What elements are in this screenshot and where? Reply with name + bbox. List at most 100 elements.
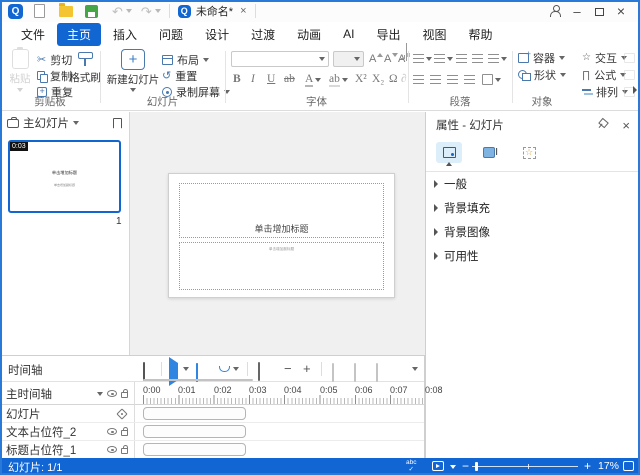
text-align-box-button[interactable] bbox=[482, 74, 501, 85]
font-size-select[interactable] bbox=[333, 51, 364, 67]
timeline-scrollbar-thumb[interactable] bbox=[143, 379, 253, 381]
tab-slide-properties[interactable] bbox=[436, 142, 462, 163]
interaction-button[interactable]: ☆ 交互 bbox=[582, 50, 627, 66]
menu-item-question[interactable]: 问题 bbox=[149, 23, 193, 46]
highlight-dropdown-icon[interactable] bbox=[342, 78, 348, 82]
formula-object-button[interactable]: ∏ 公式 bbox=[582, 67, 626, 83]
justify-button[interactable] bbox=[464, 75, 475, 84]
track-text-bar[interactable] bbox=[143, 425, 246, 438]
eye-icon-text[interactable] bbox=[107, 428, 117, 435]
zoom-slider-thumb[interactable] bbox=[475, 462, 478, 471]
cut-button[interactable]: ✂ 剪切 bbox=[37, 52, 72, 68]
zoom-slider-track[interactable] bbox=[472, 466, 578, 467]
container-dropdown-icon[interactable] bbox=[559, 56, 565, 60]
menu-item-help[interactable]: 帮助 bbox=[458, 23, 502, 46]
copy-button[interactable]: 复制 bbox=[37, 68, 72, 84]
font-family-select[interactable] bbox=[231, 51, 329, 67]
italic-button[interactable]: I bbox=[251, 73, 255, 85]
font-color-button[interactable]: A bbox=[305, 73, 321, 87]
timeline-zoom-out-button[interactable]: − bbox=[284, 362, 292, 375]
arrange-button[interactable]: 排列 bbox=[582, 84, 628, 100]
menu-item-ai[interactable]: AI bbox=[333, 24, 364, 44]
slide-thumbnail[interactable]: 0:03 单击增加标题 单击增加副标题 bbox=[8, 140, 121, 213]
track-slide-cell[interactable]: 幻灯片 bbox=[0, 405, 135, 422]
eye-icon-title[interactable] bbox=[107, 446, 117, 453]
indent-button[interactable] bbox=[472, 54, 483, 63]
undo-button[interactable]: ↶ bbox=[112, 5, 132, 18]
menu-item-design[interactable]: 设计 bbox=[195, 23, 239, 46]
layout-dropdown-icon[interactable] bbox=[203, 58, 209, 62]
lock-icon-main[interactable] bbox=[121, 392, 128, 398]
play-dropdown-icon[interactable] bbox=[183, 367, 189, 371]
open-file-button[interactable] bbox=[59, 6, 73, 17]
status-zoom-in-button[interactable]: + bbox=[584, 459, 591, 473]
document-tab[interactable]: Q 未命名* × bbox=[178, 3, 247, 19]
pin-button[interactable] bbox=[597, 118, 608, 132]
timeline-ruler[interactable]: 0:00 0:01 0:02 0:03 0:04 0:05 0:06 0:07 … bbox=[135, 382, 424, 404]
paragraph-dialog-launcher[interactable] bbox=[406, 43, 407, 61]
track-slide-bar[interactable] bbox=[143, 407, 246, 420]
preview-dropdown-icon[interactable] bbox=[450, 465, 456, 469]
outdent-button[interactable] bbox=[456, 54, 467, 63]
master-slide-dropdown-icon[interactable] bbox=[73, 121, 79, 125]
app-logo-icon[interactable]: Q bbox=[8, 4, 23, 19]
fill-button[interactable]: 填 bbox=[624, 67, 640, 83]
subscript-button[interactable]: X₂ bbox=[372, 73, 384, 85]
status-zoom-out-button[interactable]: − bbox=[462, 459, 469, 473]
canvas[interactable]: 单击增加标题 单击增加副标题 bbox=[130, 112, 425, 355]
menu-item-transition[interactable]: 过渡 bbox=[241, 23, 285, 46]
main-track-dropdown-icon[interactable] bbox=[97, 392, 103, 396]
eye-icon-main[interactable] bbox=[107, 390, 117, 397]
quick-style-button[interactable]: 快 bbox=[624, 50, 640, 66]
insert-time-button[interactable] bbox=[332, 364, 334, 382]
master-slide-selector[interactable]: 主幻灯片 bbox=[23, 115, 69, 131]
ribbon-overflow-button[interactable] bbox=[633, 86, 637, 94]
menu-item-view[interactable]: 视图 bbox=[412, 23, 456, 46]
new-file-button[interactable] bbox=[34, 4, 45, 18]
tab-interaction-properties[interactable]: ☆ bbox=[516, 142, 542, 163]
menu-item-home[interactable]: 主页 bbox=[57, 23, 101, 46]
strikethrough-button[interactable]: ab bbox=[284, 73, 295, 85]
spellcheck-button[interactable]: abc ✓ bbox=[406, 460, 416, 473]
subtitle-placeholder[interactable]: 单击增加副标题 bbox=[179, 242, 384, 290]
track-title-bar[interactable] bbox=[143, 443, 246, 456]
menu-item-insert[interactable]: 插入 bbox=[103, 23, 147, 46]
bold-button[interactable]: B bbox=[233, 73, 241, 85]
account-button[interactable] bbox=[544, 4, 566, 19]
track-text-cell[interactable]: 文本占位符_2 bbox=[0, 423, 135, 440]
new-slide-dropdown-icon[interactable] bbox=[130, 88, 136, 92]
line-spacing-button[interactable] bbox=[488, 54, 507, 63]
paste-dropdown-icon[interactable] bbox=[17, 88, 23, 92]
delete-time-button[interactable] bbox=[354, 364, 356, 382]
maximize-button[interactable] bbox=[588, 4, 610, 19]
properties-close-button[interactable]: × bbox=[622, 118, 630, 133]
container-button[interactable]: 容器 bbox=[518, 50, 565, 66]
fit-window-button[interactable] bbox=[623, 461, 634, 471]
tab-shape-properties[interactable] bbox=[476, 142, 502, 163]
timeline-zoom-in-button[interactable]: + bbox=[303, 362, 311, 375]
redo-button[interactable]: ↷ bbox=[141, 5, 161, 18]
cut-time-button[interactable] bbox=[376, 364, 378, 382]
lock-icon-text[interactable] bbox=[121, 430, 128, 436]
undo-dropdown-icon[interactable] bbox=[126, 9, 132, 13]
section-accessibility[interactable]: 可用性 bbox=[426, 244, 640, 268]
tag-icon[interactable] bbox=[116, 408, 127, 419]
highlight-button[interactable]: ab bbox=[329, 73, 348, 87]
bullets-button[interactable] bbox=[413, 54, 432, 63]
section-background-image[interactable]: 背景图像 bbox=[426, 220, 640, 244]
menu-item-export[interactable]: 导出 bbox=[366, 23, 410, 46]
layout-button[interactable]: 布局 bbox=[162, 52, 209, 68]
close-button[interactable]: × bbox=[610, 3, 632, 19]
underline-button[interactable]: U bbox=[267, 73, 275, 85]
bookmark-button[interactable] bbox=[113, 118, 122, 129]
new-slide-button[interactable]: + 新建幻灯片 bbox=[107, 49, 159, 92]
font-color-dropdown-icon[interactable] bbox=[315, 78, 321, 82]
section-background-fill[interactable]: 背景填充 bbox=[426, 196, 640, 220]
align-center-button[interactable] bbox=[430, 75, 441, 84]
save-button[interactable] bbox=[85, 5, 98, 18]
tab-close-button[interactable]: × bbox=[240, 5, 246, 17]
zoom-level[interactable]: 17% bbox=[598, 460, 619, 472]
bullets-dropdown-icon[interactable] bbox=[426, 57, 432, 61]
timeline-options-dropdown-icon[interactable] bbox=[412, 367, 418, 371]
title-placeholder[interactable]: 单击增加标题 bbox=[179, 183, 384, 238]
